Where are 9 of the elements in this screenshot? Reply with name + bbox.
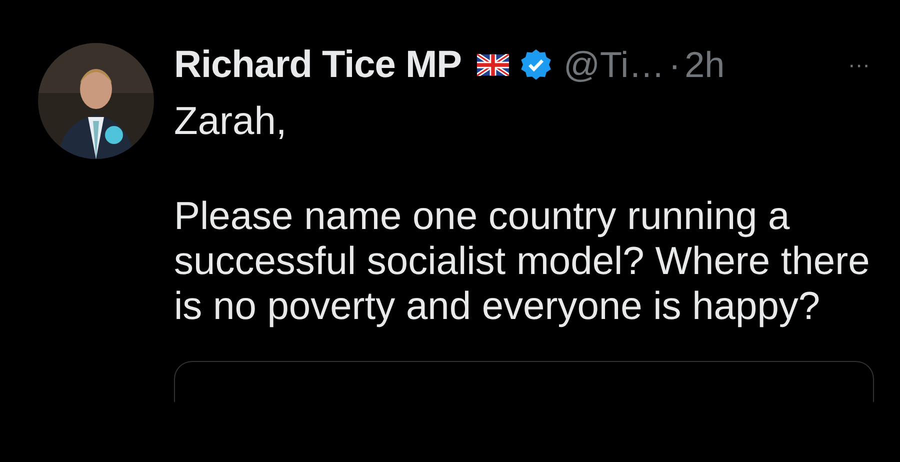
author-name[interactable]: Richard Tice MP xyxy=(174,44,462,86)
quoted-post-card[interactable] xyxy=(174,361,874,402)
separator-dot: · xyxy=(668,44,681,86)
tweet-text: Please name one country running a successful socialist model? Where there is no poverty and everyone is happy? xyxy=(174,194,871,329)
post-time[interactable]: 2h xyxy=(684,44,725,86)
tweet-text: Zarah, xyxy=(174,99,288,144)
flag-icon xyxy=(477,54,510,76)
more-menu-button[interactable]: ··· xyxy=(844,52,874,78)
author-handle[interactable]: @Ti… xyxy=(563,44,665,86)
